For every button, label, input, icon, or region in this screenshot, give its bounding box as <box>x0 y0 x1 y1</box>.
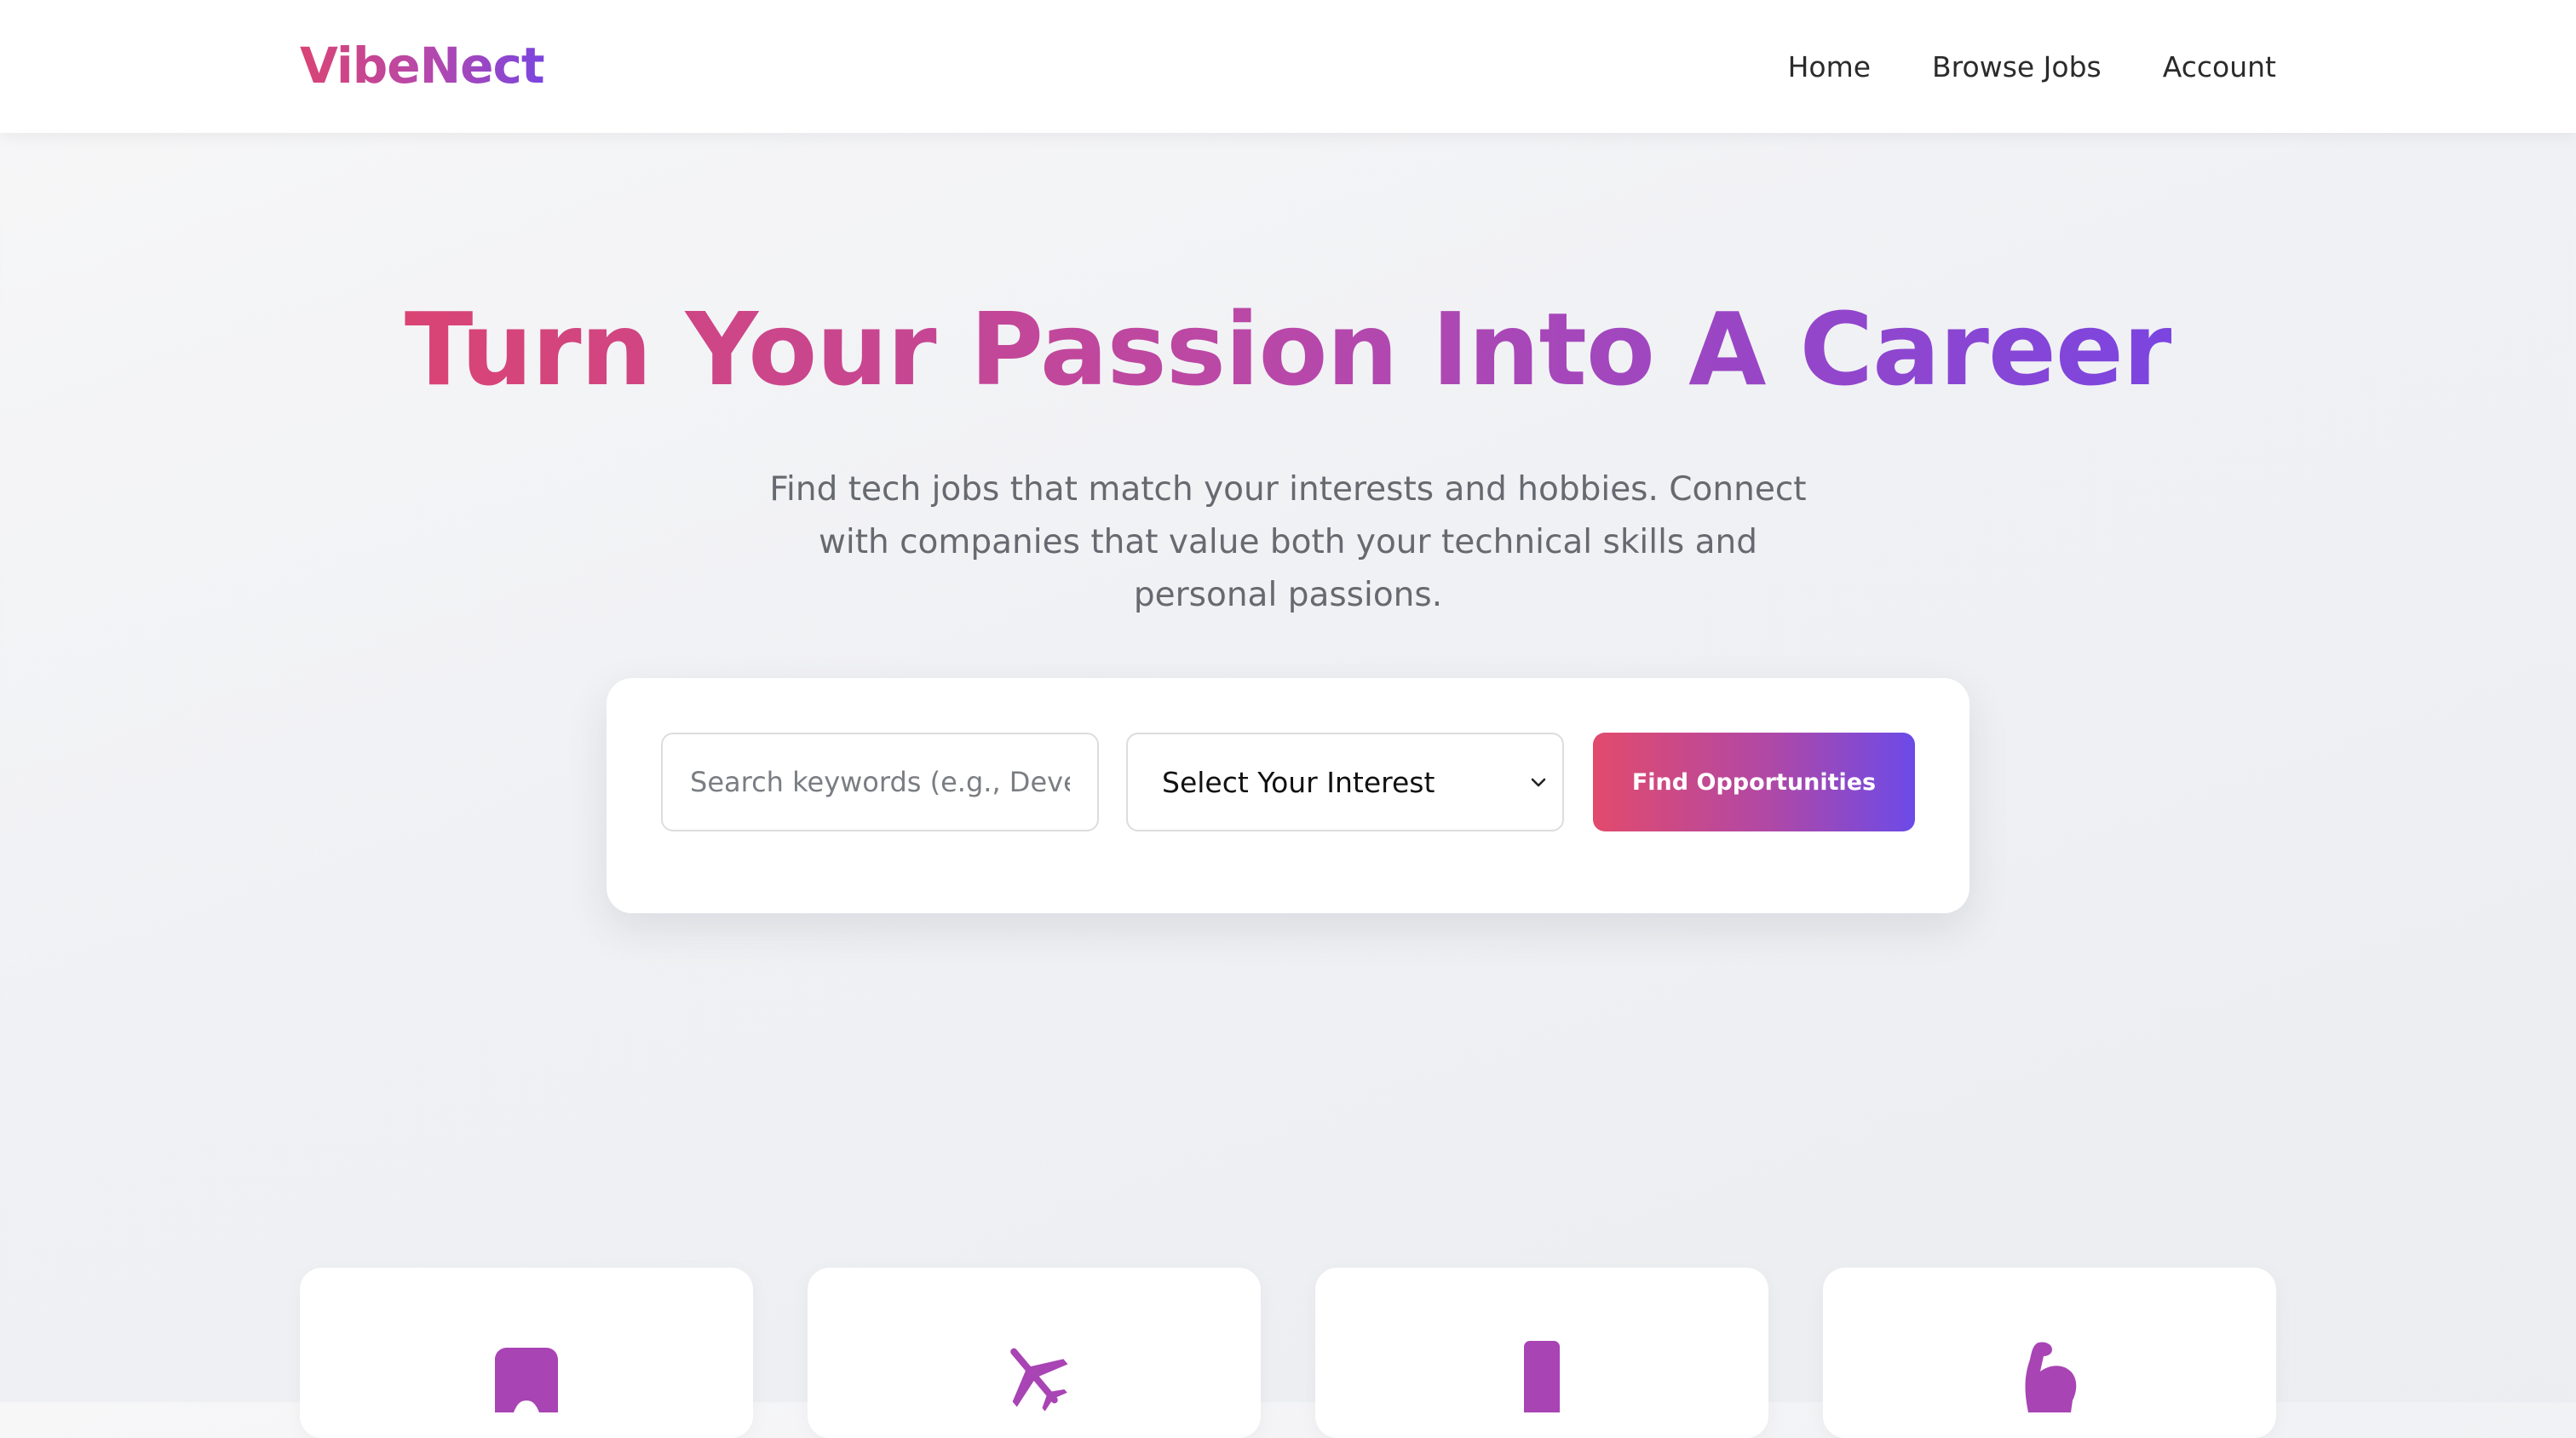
category-card-gaming[interactable] <box>300 1268 753 1438</box>
find-opportunities-button[interactable]: Find Opportunities <box>1593 733 1915 831</box>
nav-home-link[interactable]: Home <box>1788 50 1871 83</box>
category-card-fitness[interactable] <box>1823 1268 2276 1438</box>
category-card-mobile[interactable] <box>1315 1268 1768 1438</box>
interest-select[interactable]: Select Your Interest <box>1126 733 1564 831</box>
category-card-travel[interactable] <box>808 1268 1261 1438</box>
gamepad-icon <box>495 1348 558 1412</box>
hero-title: Turn Your Passion Into A Career <box>0 290 2576 409</box>
main-nav: Home Browse Jobs Account <box>1788 0 2276 133</box>
nav-browse-jobs-link[interactable]: Browse Jobs <box>1932 50 2102 83</box>
search-panel: Select Your Interest Find Opportunities <box>607 678 1969 913</box>
interest-select-value: Select Your Interest <box>1162 765 1435 799</box>
hero-title-text: Turn Your Passion Into A Career <box>404 290 2172 408</box>
mobile-phone-icon <box>1524 1341 1560 1412</box>
nav-account-link[interactable]: Account <box>2163 50 2276 83</box>
site-header: VibeNect Home Browse Jobs Account <box>0 0 2576 133</box>
brand-logo[interactable]: VibeNect <box>300 32 545 99</box>
chevron-down-icon <box>1531 778 1546 787</box>
airplane-icon <box>1010 1348 1068 1412</box>
search-keywords-input[interactable] <box>661 733 1099 831</box>
hero-subtitle: Find tech jobs that match your interests… <box>769 470 1807 614</box>
flexed-bicep-icon <box>2025 1342 2077 1412</box>
